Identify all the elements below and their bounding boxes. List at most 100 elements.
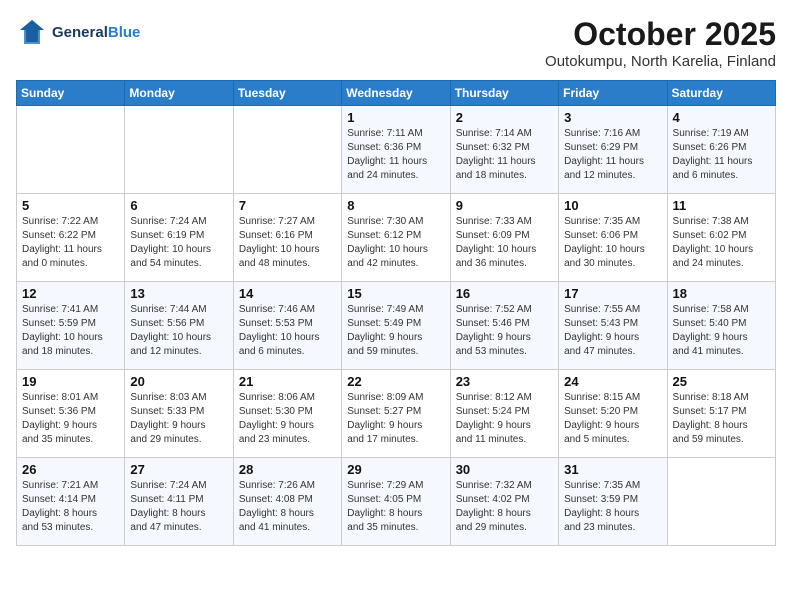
day-info: Sunrise: 8:12 AM Sunset: 5:24 PM Dayligh… xyxy=(456,391,553,447)
day-number: 14 xyxy=(239,286,336,301)
day-info: Sunrise: 7:38 AM Sunset: 6:02 PM Dayligh… xyxy=(673,215,770,271)
day-number: 5 xyxy=(22,198,119,213)
logo: GeneralBlue xyxy=(16,16,140,48)
calendar-cell: 7 Sunrise: 7:27 AM Sunset: 6:16 PM Daylig… xyxy=(233,194,341,282)
day-number: 10 xyxy=(564,198,661,213)
calendar-cell: 29 Sunrise: 7:29 AM Sunset: 4:05 PM Dayli… xyxy=(342,458,450,546)
day-number: 25 xyxy=(673,374,770,389)
day-info: Sunrise: 8:01 AM Sunset: 5:36 PM Dayligh… xyxy=(22,391,119,447)
calendar-cell: 12 Sunrise: 7:41 AM Sunset: 5:59 PM Dayli… xyxy=(17,282,125,370)
calendar-cell: 22Sunrise: 8:09 AM Sunset: 5:27 PM Dayli… xyxy=(342,370,450,458)
day-number: 3 xyxy=(564,110,661,125)
day-number: 4 xyxy=(673,110,770,125)
day-number: 28 xyxy=(239,462,336,477)
calendar-cell: 14 Sunrise: 7:46 AM Sunset: 5:53 PM Dayli… xyxy=(233,282,341,370)
calendar-cell: 16 Sunrise: 7:52 AM Sunset: 5:46 PM Dayli… xyxy=(450,282,558,370)
calendar-cell: 28 Sunrise: 7:26 AM Sunset: 4:08 PM Dayli… xyxy=(233,458,341,546)
calendar-cell: 11 Sunrise: 7:38 AM Sunset: 6:02 PM Dayli… xyxy=(667,194,775,282)
day-info: Sunrise: 7:30 AM Sunset: 6:12 PM Dayligh… xyxy=(347,215,444,271)
day-header-tuesday: Tuesday xyxy=(233,81,341,106)
day-number: 6 xyxy=(130,198,227,213)
calendar-cell: 13Sunrise: 7:44 AM Sunset: 5:56 PM Dayli… xyxy=(125,282,233,370)
calendar-cell: 19 Sunrise: 8:01 AM Sunset: 5:36 PM Dayli… xyxy=(17,370,125,458)
day-number: 23 xyxy=(456,374,553,389)
calendar-cell xyxy=(125,106,233,194)
calendar-cell: 5 Sunrise: 7:22 AM Sunset: 6:22 PM Daylig… xyxy=(17,194,125,282)
calendar-cell: 8 Sunrise: 7:30 AM Sunset: 6:12 PM Daylig… xyxy=(342,194,450,282)
day-info: Sunrise: 7:14 AM Sunset: 6:32 PM Dayligh… xyxy=(456,127,553,183)
location: Outokumpu, North Karelia, Finland xyxy=(545,53,776,70)
calendar-cell: 21 Sunrise: 8:06 AM Sunset: 5:30 PM Dayli… xyxy=(233,370,341,458)
calendar-table: SundayMondayTuesdayWednesdayThursdayFrid… xyxy=(16,80,776,546)
calendar-cell xyxy=(233,106,341,194)
day-info: Sunrise: 7:52 AM Sunset: 5:46 PM Dayligh… xyxy=(456,303,553,359)
calendar-cell: 18 Sunrise: 7:58 AM Sunset: 5:40 PM Dayli… xyxy=(667,282,775,370)
day-number: 8 xyxy=(347,198,444,213)
calendar-cell: 30Sunrise: 7:32 AM Sunset: 4:02 PM Dayli… xyxy=(450,458,558,546)
day-info: Sunrise: 7:55 AM Sunset: 5:43 PM Dayligh… xyxy=(564,303,661,359)
day-info: Sunrise: 8:18 AM Sunset: 5:17 PM Dayligh… xyxy=(673,391,770,447)
day-info: Sunrise: 7:26 AM Sunset: 4:08 PM Dayligh… xyxy=(239,479,336,535)
day-info: Sunrise: 7:35 AM Sunset: 6:06 PM Dayligh… xyxy=(564,215,661,271)
calendar-cell: 20 Sunrise: 8:03 AM Sunset: 5:33 PM Dayli… xyxy=(125,370,233,458)
day-number: 18 xyxy=(673,286,770,301)
day-header-sunday: Sunday xyxy=(17,81,125,106)
day-number: 11 xyxy=(673,198,770,213)
day-info: Sunrise: 7:22 AM Sunset: 6:22 PM Dayligh… xyxy=(22,215,119,271)
calendar-cell: 17 Sunrise: 7:55 AM Sunset: 5:43 PM Dayli… xyxy=(559,282,667,370)
day-number: 22 xyxy=(347,374,444,389)
day-header-friday: Friday xyxy=(559,81,667,106)
day-number: 31 xyxy=(564,462,661,477)
day-number: 30 xyxy=(456,462,553,477)
logo-icon xyxy=(16,16,48,48)
day-number: 17 xyxy=(564,286,661,301)
day-number: 7 xyxy=(239,198,336,213)
day-info: Sunrise: 7:29 AM Sunset: 4:05 PM Dayligh… xyxy=(347,479,444,535)
day-info: Sunrise: 8:03 AM Sunset: 5:33 PM Dayligh… xyxy=(130,391,227,447)
day-info: Sunrise: 7:58 AM Sunset: 5:40 PM Dayligh… xyxy=(673,303,770,359)
calendar-cell: 2Sunrise: 7:14 AM Sunset: 6:32 PM Daylig… xyxy=(450,106,558,194)
day-info: Sunrise: 7:49 AM Sunset: 5:49 PM Dayligh… xyxy=(347,303,444,359)
day-number: 20 xyxy=(130,374,227,389)
calendar-cell: 1Sunrise: 7:11 AM Sunset: 6:36 PM Daylig… xyxy=(342,106,450,194)
calendar-cell: 6 Sunrise: 7:24 AM Sunset: 6:19 PM Daylig… xyxy=(125,194,233,282)
day-header-wednesday: Wednesday xyxy=(342,81,450,106)
calendar-cell: 25 Sunrise: 8:18 AM Sunset: 5:17 PM Dayli… xyxy=(667,370,775,458)
calendar-cell: 15 Sunrise: 7:49 AM Sunset: 5:49 PM Dayli… xyxy=(342,282,450,370)
day-number: 26 xyxy=(22,462,119,477)
day-header-thursday: Thursday xyxy=(450,81,558,106)
calendar-cell: 27 Sunrise: 7:24 AM Sunset: 4:11 PM Dayli… xyxy=(125,458,233,546)
calendar-cell xyxy=(17,106,125,194)
calendar-cell: 31Sunrise: 7:35 AM Sunset: 3:59 PM Dayli… xyxy=(559,458,667,546)
title-block: October 2025 Outokumpu, North Karelia, F… xyxy=(545,16,776,70)
day-number: 29 xyxy=(347,462,444,477)
day-info: Sunrise: 7:21 AM Sunset: 4:14 PM Dayligh… xyxy=(22,479,119,535)
day-info: Sunrise: 8:15 AM Sunset: 5:20 PM Dayligh… xyxy=(564,391,661,447)
day-info: Sunrise: 7:24 AM Sunset: 6:19 PM Dayligh… xyxy=(130,215,227,271)
calendar-cell: 3 Sunrise: 7:16 AM Sunset: 6:29 PM Daylig… xyxy=(559,106,667,194)
day-number: 27 xyxy=(130,462,227,477)
logo-text: GeneralBlue xyxy=(52,24,140,41)
calendar-cell xyxy=(667,458,775,546)
day-info: Sunrise: 7:16 AM Sunset: 6:29 PM Dayligh… xyxy=(564,127,661,183)
calendar-cell: 26 Sunrise: 7:21 AM Sunset: 4:14 PM Dayli… xyxy=(17,458,125,546)
day-number: 21 xyxy=(239,374,336,389)
day-info: Sunrise: 7:46 AM Sunset: 5:53 PM Dayligh… xyxy=(239,303,336,359)
calendar-cell: 23 Sunrise: 8:12 AM Sunset: 5:24 PM Dayli… xyxy=(450,370,558,458)
day-info: Sunrise: 7:24 AM Sunset: 4:11 PM Dayligh… xyxy=(130,479,227,535)
day-info: Sunrise: 7:44 AM Sunset: 5:56 PM Dayligh… xyxy=(130,303,227,359)
day-number: 12 xyxy=(22,286,119,301)
calendar-cell: 4 Sunrise: 7:19 AM Sunset: 6:26 PM Daylig… xyxy=(667,106,775,194)
day-header-saturday: Saturday xyxy=(667,81,775,106)
calendar-cell: 9Sunrise: 7:33 AM Sunset: 6:09 PM Daylig… xyxy=(450,194,558,282)
calendar-cell: 10 Sunrise: 7:35 AM Sunset: 6:06 PM Dayli… xyxy=(559,194,667,282)
day-info: Sunrise: 7:41 AM Sunset: 5:59 PM Dayligh… xyxy=(22,303,119,359)
day-info: Sunrise: 7:33 AM Sunset: 6:09 PM Dayligh… xyxy=(456,215,553,271)
day-number: 15 xyxy=(347,286,444,301)
day-info: Sunrise: 7:19 AM Sunset: 6:26 PM Dayligh… xyxy=(673,127,770,183)
day-number: 1 xyxy=(347,110,444,125)
day-number: 16 xyxy=(456,286,553,301)
day-number: 19 xyxy=(22,374,119,389)
day-info: Sunrise: 7:27 AM Sunset: 6:16 PM Dayligh… xyxy=(239,215,336,271)
day-info: Sunrise: 8:06 AM Sunset: 5:30 PM Dayligh… xyxy=(239,391,336,447)
